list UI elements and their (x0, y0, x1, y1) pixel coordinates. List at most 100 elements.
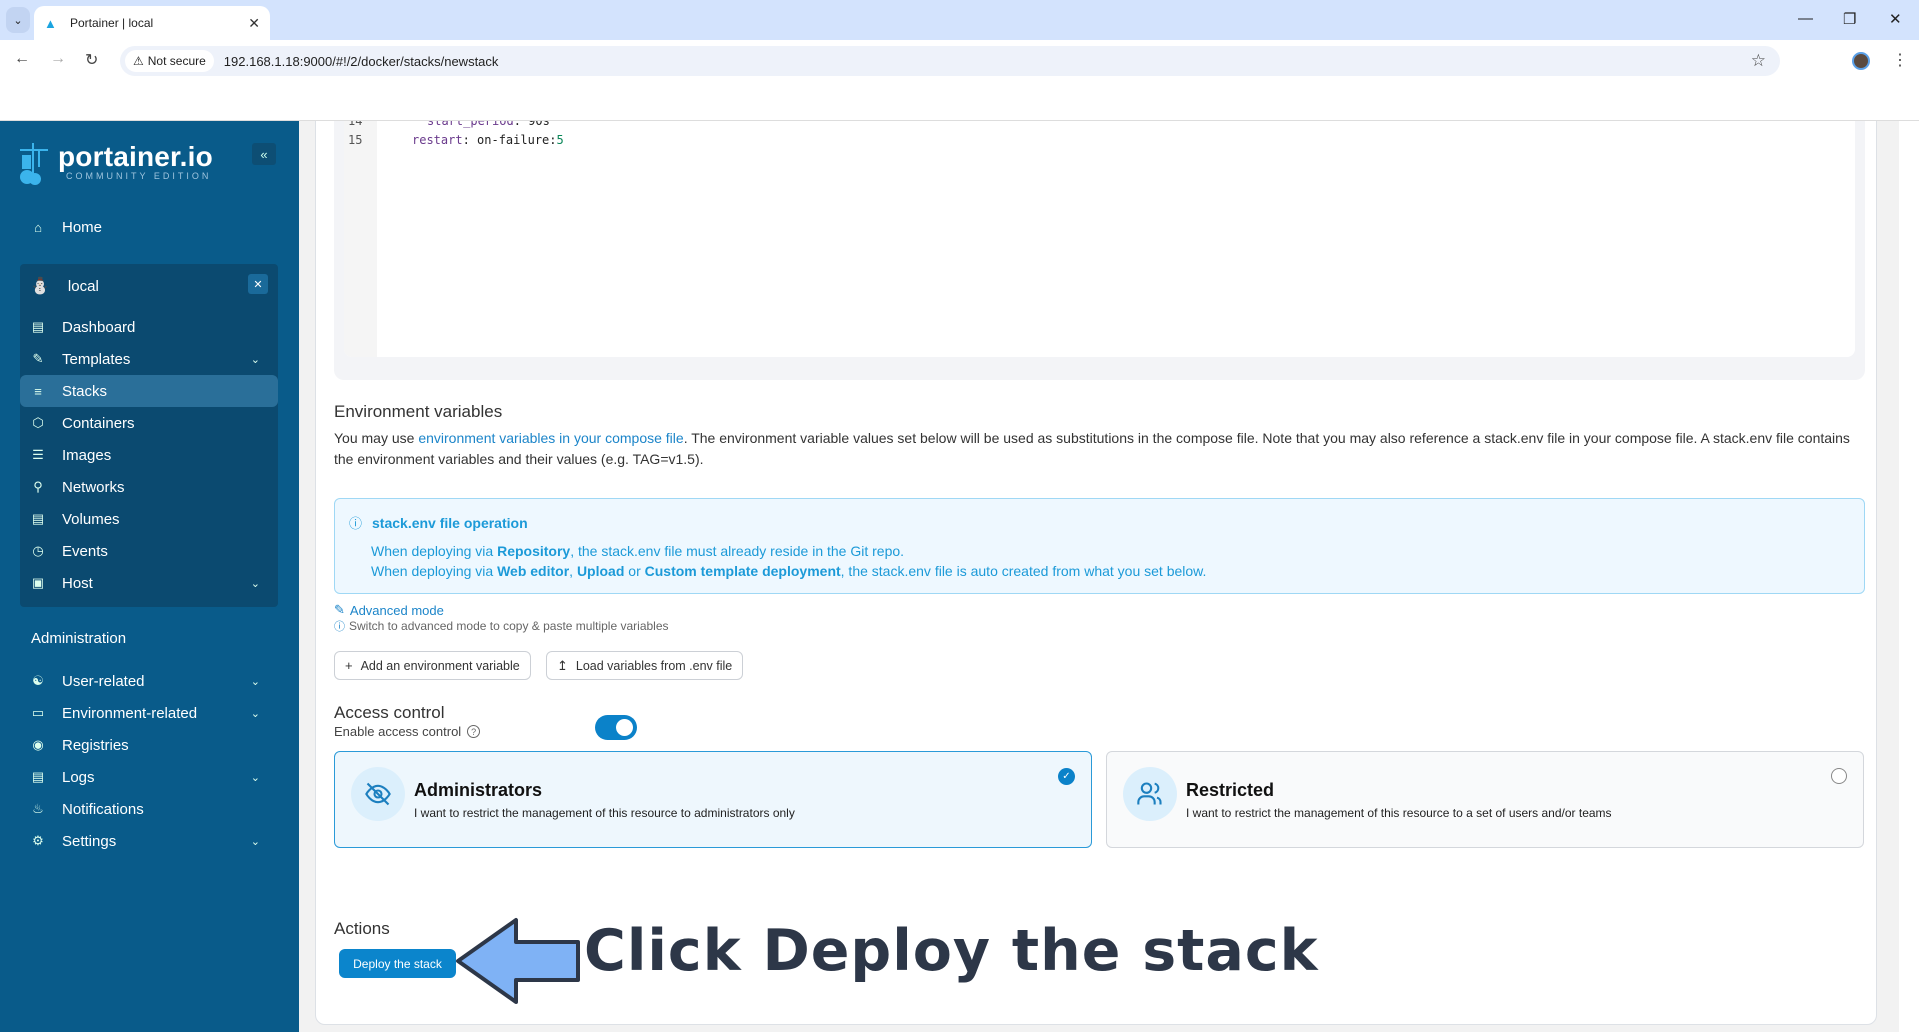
add-env-var-button[interactable]: + Add an environment variable (334, 651, 531, 680)
sidebar-item-settings[interactable]: ⚙ Settings ⌄ (20, 825, 278, 857)
browser-tab[interactable]: ▲ Portainer | local ✕ (34, 6, 270, 40)
administration-heading: Administration (31, 630, 127, 647)
profile-avatar[interactable] (1852, 52, 1870, 70)
sidebar-item-label: Stacks (62, 382, 108, 400)
sidebar-item-networks[interactable]: ⚲ Networks (20, 471, 278, 503)
info-title-text: stack.env file operation (372, 514, 528, 531)
upload-icon: ↥ (557, 657, 568, 673)
code-line: 15 restart: on-failure:5 (344, 131, 1855, 150)
info-text: , the stack.env file is auto created fro… (840, 563, 1207, 579)
close-window-icon[interactable]: ✕ (1889, 10, 1902, 28)
info-bold: Web editor (497, 563, 570, 579)
omnibox[interactable]: ⚠ Not secure 192.168.1.18:9000/#!/2/docke… (120, 46, 1780, 76)
layout-icon: ▤ (31, 319, 45, 334)
home-icon: ⌂ (34, 219, 42, 235)
chevron-down-icon[interactable]: ⌄ (251, 353, 260, 366)
access-control-title: Access control (334, 703, 445, 722)
sidebar-item-notifications[interactable]: ♨ Notifications (20, 793, 278, 825)
collapse-sidebar-button[interactable]: « (252, 143, 276, 165)
radio-icon: ◉ (32, 737, 44, 752)
env-vars-docs-link[interactable]: environment variables in your compose fi… (418, 430, 683, 446)
sidebar-item-events[interactable]: ◷ Events (20, 535, 278, 567)
security-chip[interactable]: ⚠ Not secure (125, 50, 214, 72)
chevron-down-icon[interactable]: ⌄ (251, 835, 260, 848)
advanced-mode-hint: ⓘ Switch to advanced mode to copy & paste… (334, 618, 669, 634)
edit-icon: ✎ (334, 602, 345, 617)
sidebar-item-label: Templates (62, 350, 131, 368)
load-env-file-button[interactable]: ↥ Load variables from .env file (546, 651, 744, 680)
chevron-down-icon[interactable]: ⌄ (251, 675, 260, 688)
info-text: , (569, 563, 577, 579)
deploy-stack-button[interactable]: Deploy the stack (339, 949, 456, 978)
hint-text: Switch to advanced mode to copy & paste … (349, 619, 669, 633)
yaml-value: on-failure: (477, 133, 557, 147)
tab-title: Portainer | local (70, 16, 154, 30)
portainer-logo[interactable]: portainer.io COMMUNITY EDITION (18, 141, 213, 187)
reload-icon[interactable]: ↻ (85, 50, 98, 70)
network-icon: ⚲ (33, 479, 43, 494)
portainer-favicon-icon: ▲ (44, 16, 57, 31)
annotation-text: Click Deploy the stack (584, 918, 1319, 984)
env-vars-title: Environment variables (334, 402, 503, 421)
stack-env-info-box: ⓘ stack.env file operation When deploying… (334, 498, 1865, 594)
logo-title: portainer.io (58, 141, 213, 172)
sidebar-item-environment-related[interactable]: ▭ Environment-related ⌄ (20, 697, 278, 729)
back-icon[interactable]: ← (14, 50, 30, 68)
bookmark-star-icon[interactable]: ☆ (1751, 51, 1766, 71)
layers-icon: ≡ (34, 383, 42, 399)
option-description: I want to restrict the management of thi… (414, 806, 795, 820)
chevron-down-icon[interactable]: ⌄ (251, 577, 260, 590)
plus-icon: + (345, 658, 353, 673)
sidebar: portainer.io COMMUNITY EDITION « ⌂ Home … (0, 121, 299, 1032)
close-tab-icon[interactable]: ✕ (248, 15, 260, 32)
sidebar-item-volumes[interactable]: ▤ Volumes (20, 503, 278, 535)
close-environment-button[interactable]: ✕ (248, 274, 268, 294)
compose-editor-wrapper: 14 start_period: 90s 15 restart: on-fail… (334, 121, 1865, 380)
button-label: Add an environment variable (360, 658, 520, 673)
tab-search-button[interactable]: ⌄ (6, 7, 30, 33)
info-text: When deploying via (371, 543, 498, 559)
compose-editor[interactable]: 14 start_period: 90s 15 restart: on-fail… (344, 121, 1855, 357)
sidebar-item-dashboard[interactable]: ▤ Dashboard (20, 311, 278, 343)
button-label: Load variables from .env file (575, 658, 733, 673)
sidebar-item-stacks[interactable]: ≡ Stacks (20, 375, 278, 407)
yaml-key: restart (412, 133, 463, 147)
sidebar-item-images[interactable]: ☰ Images (20, 439, 278, 471)
sidebar-item-home[interactable]: ⌂ Home (20, 211, 278, 243)
info-icon: ⓘ (334, 621, 345, 633)
chevron-down-icon[interactable]: ⌄ (251, 707, 260, 720)
sidebar-item-logs[interactable]: ▤ Logs ⌄ (20, 761, 278, 793)
sidebar-item-user-related[interactable]: ☯ User-related ⌄ (20, 665, 278, 697)
sidebar-item-label: Events (62, 542, 108, 560)
url-text[interactable]: 192.168.1.18:9000/#!/2/docker/stacks/new… (224, 54, 499, 69)
box-icon: ⬡ (32, 415, 44, 430)
option-restricted[interactable]: Restricted I want to restrict the manage… (1106, 751, 1864, 848)
forward-icon[interactable]: → (50, 50, 66, 68)
radio-unselected[interactable] (1831, 768, 1847, 784)
advanced-mode-label: Advanced mode (349, 602, 444, 618)
chevron-down-icon[interactable]: ⌄ (251, 771, 260, 784)
yaml-value: 90s (528, 121, 550, 128)
advanced-mode-link[interactable]: ✎ Advanced mode (334, 602, 444, 618)
sidebar-item-label: Dashboard (62, 318, 136, 336)
restore-icon[interactable]: ❐ (1843, 10, 1856, 28)
option-administrators[interactable]: Administrators I want to restrict the ma… (334, 751, 1092, 848)
minimize-icon[interactable]: — (1798, 10, 1813, 27)
sidebar-item-registries[interactable]: ◉ Registries (20, 729, 278, 761)
browser-menu-icon[interactable]: ⋮ (1892, 50, 1908, 70)
clock-icon: ◷ (32, 543, 44, 558)
sidebar-item-templates[interactable]: ✎ Templates ⌄ (20, 343, 278, 375)
option-description: I want to restrict the management of thi… (1186, 806, 1612, 820)
yaml-key: start_period (427, 121, 514, 128)
sidebar-item-host[interactable]: ▣ Host ⌄ (20, 567, 278, 599)
info-title: ⓘ stack.env file operation (349, 513, 528, 532)
help-icon[interactable]: ? (467, 725, 481, 738)
portainer-crane-icon (18, 141, 50, 187)
list-icon: ☰ (32, 447, 44, 462)
toggle-knob (616, 719, 633, 736)
sidebar-item-label: User-related (62, 672, 145, 690)
actions-title: Actions (334, 919, 390, 938)
access-control-toggle[interactable] (595, 715, 637, 740)
option-title: Restricted (1186, 780, 1275, 800)
sidebar-item-containers[interactable]: ⬡ Containers (20, 407, 278, 439)
